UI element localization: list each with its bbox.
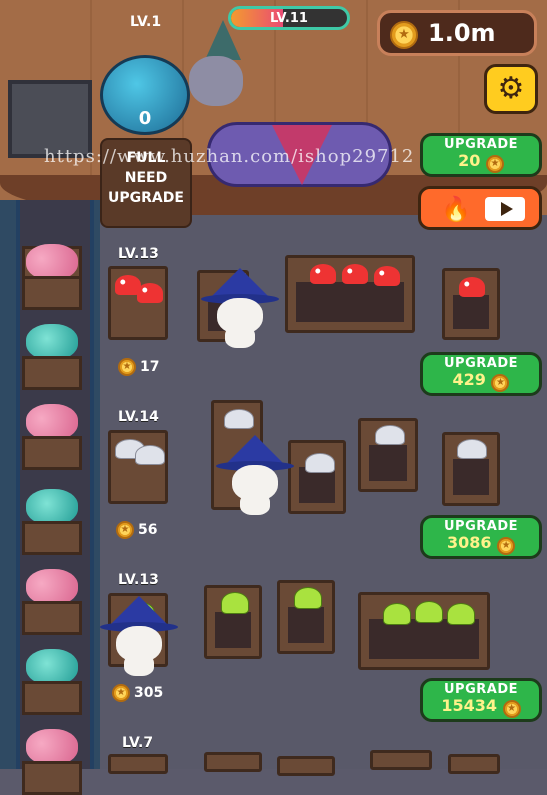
- farm-plot[interactable]: [358, 418, 418, 492]
- cauldron-upgrade-button[interactable]: UPGRADE 20 ★: [420, 133, 542, 177]
- mushroom-crate[interactable]: [108, 430, 168, 504]
- coin-icon: ★: [502, 700, 521, 718]
- teal-mushroom-icon: [26, 649, 78, 685]
- farm-plot[interactable]: [288, 440, 346, 514]
- wizard-cat-worker[interactable]: [201, 268, 279, 348]
- wizard-face: [189, 56, 243, 106]
- row-earning: ★ 56: [116, 521, 157, 539]
- coin-icon: ★: [390, 21, 418, 49]
- row-earning: ★ 17: [118, 358, 159, 376]
- white-mushroom-icon: [224, 409, 254, 429]
- red-mushroom-icon: [137, 283, 163, 303]
- row-level: LV.13: [118, 246, 159, 262]
- green-mushroom-icon: [294, 587, 322, 609]
- white-mushroom-icon: [375, 425, 405, 445]
- fire-icon: 🔥: [441, 195, 471, 223]
- pink-mushroom-icon: [26, 569, 78, 605]
- mushroom-crate[interactable]: [108, 266, 168, 340]
- coin-icon: ★: [116, 521, 134, 539]
- farm-plot[interactable]: [204, 585, 262, 659]
- player-xp-bar: LV.11: [228, 6, 350, 30]
- green-mushroom-icon: [383, 603, 411, 625]
- teal-mushroom-icon: [26, 489, 78, 525]
- shelf-slot[interactable]: [22, 645, 82, 715]
- shelf-slot[interactable]: [22, 240, 82, 310]
- coin-icon: ★: [118, 358, 136, 376]
- farm-plot[interactable]: [442, 432, 500, 506]
- white-mushroom-icon: [135, 445, 165, 465]
- farm-plot[interactable]: [204, 752, 262, 772]
- upgrade-label: UPGRADE: [444, 137, 518, 152]
- shelf-slot[interactable]: [22, 565, 82, 635]
- upgrade-cost: 15434: [441, 696, 498, 715]
- row-level: LV.14: [118, 409, 159, 425]
- coin-icon: ★: [112, 684, 130, 702]
- farm-plot[interactable]: [448, 754, 500, 774]
- white-mushroom-icon: [305, 453, 335, 473]
- red-mushroom-icon: [374, 266, 400, 286]
- settings-button[interactable]: ⚙: [484, 64, 538, 114]
- farm-plot[interactable]: [442, 268, 500, 340]
- row-level: LV.7: [122, 735, 154, 751]
- coin-balance: ★ 1.0m: [377, 10, 537, 56]
- coin-icon: ★: [485, 155, 504, 173]
- farm-plot[interactable]: [370, 750, 432, 770]
- red-mushroom-icon: [342, 264, 368, 284]
- storage-shelf[interactable]: [0, 200, 100, 795]
- row-upgrade-button[interactable]: UPGRADE 429 ★: [420, 352, 542, 396]
- player-level: LV.11: [270, 11, 308, 26]
- teal-mushroom-icon: [26, 324, 78, 360]
- pink-mushroom-icon: [26, 244, 78, 280]
- status-upgrade: UPGRADE: [108, 190, 184, 206]
- row-upgrade-button[interactable]: UPGRADE 15434 ★: [420, 678, 542, 722]
- farm-plot[interactable]: [358, 592, 490, 670]
- coin-icon: ★: [491, 374, 510, 392]
- shelf-slot[interactable]: [22, 485, 82, 555]
- boost-video-button[interactable]: 🔥: [418, 186, 542, 230]
- red-mushroom-icon: [459, 277, 485, 297]
- green-mushroom-icon: [221, 592, 249, 614]
- farm-plot[interactable]: [277, 756, 335, 776]
- watermark: https://www.huzhan.com/ishop29712: [44, 146, 415, 167]
- farm-plot[interactable]: [277, 580, 335, 654]
- green-mushroom-icon: [415, 601, 443, 623]
- upgrade-cost: 20: [458, 151, 481, 170]
- status-need: NEED: [124, 170, 168, 186]
- green-mushroom-icon: [447, 603, 475, 625]
- pink-mushroom-icon: [26, 404, 78, 440]
- mushroom-crate[interactable]: [108, 754, 168, 774]
- white-mushroom-icon: [457, 439, 487, 459]
- coin-amount: 1.0m: [428, 19, 496, 47]
- shelf-slot[interactable]: [22, 320, 82, 390]
- shelf-slot[interactable]: [22, 725, 82, 795]
- pink-mushroom-icon: [26, 729, 78, 765]
- gear-icon: ⚙: [497, 71, 525, 106]
- row-upgrade-button[interactable]: UPGRADE 3086 ★: [420, 515, 542, 559]
- cauldron-level: LV.1: [130, 14, 162, 30]
- coin-icon: ★: [497, 537, 516, 555]
- upgrade-cost: 3086: [446, 533, 492, 552]
- red-mushroom-icon: [310, 264, 336, 284]
- wizard-cat-shopkeeper[interactable]: [175, 20, 255, 120]
- row-earning: ★ 305: [112, 684, 163, 702]
- wizard-cat-worker[interactable]: [216, 435, 294, 515]
- row-level: LV.13: [118, 572, 159, 588]
- video-ad-icon: [485, 197, 525, 221]
- upgrade-cost: 429: [452, 370, 486, 389]
- wizard-cat-worker[interactable]: [100, 596, 178, 676]
- farm-plot[interactable]: [285, 255, 415, 333]
- shelf-slot[interactable]: [22, 400, 82, 470]
